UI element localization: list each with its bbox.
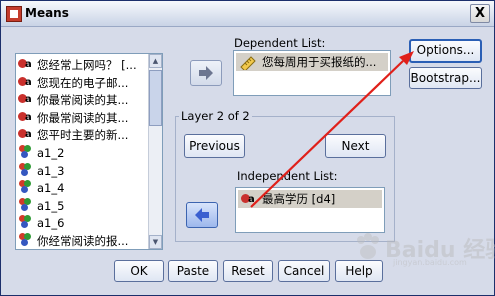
dependent-list-item[interactable]: 您每周用于买报纸的... (236, 53, 388, 71)
options-button[interactable]: Options... (409, 39, 482, 63)
reset-button[interactable]: Reset (223, 260, 273, 282)
scale-beads-icon (18, 162, 34, 177)
dependent-list-label: Dependent List: (234, 36, 325, 50)
layer-label: Layer 2 of 2 (179, 109, 252, 123)
source-list-item-label: a1_4 (37, 181, 65, 196)
source-list-item-label: a1_6 (37, 216, 65, 231)
ok-button[interactable]: OK (114, 260, 164, 282)
independent-list-item[interactable]: a 最高学历 [d4] (238, 190, 382, 208)
right-arrow-icon (199, 66, 213, 80)
scale-beads-icon (18, 180, 34, 194)
source-list-item[interactable]: 你经常阅读的报... (18, 232, 129, 249)
watermark-url: jingyan.baidu.com (393, 258, 467, 267)
source-list-item[interactable]: a 你最常阅读的其... (18, 109, 128, 127)
source-list-item[interactable]: a 您现在的电子邮... (18, 74, 128, 92)
cancel-button-label: Cancel (283, 264, 325, 278)
dependent-item-label: 您每周用于买报纸的... (262, 55, 377, 69)
previous-button[interactable]: Previous (184, 134, 245, 158)
scroll-down-arrow-icon[interactable]: ▼ (149, 235, 162, 249)
next-button-label: Next (341, 139, 370, 153)
scale-ruler-icon (240, 56, 256, 70)
bootstrap-button-label: Bootstrap... (410, 71, 481, 85)
cancel-button[interactable]: Cancel (278, 260, 330, 282)
source-variable-list[interactable]: a 您经常上网吗？ [... a 您现在的电子邮... a 你最常阅读的其... a 你最常阅… (15, 53, 163, 250)
independent-list-label: Independent List: (237, 169, 338, 183)
nominal-a-icon: a (18, 127, 34, 141)
source-list-item-label: a1_3 (37, 163, 65, 178)
baidu-watermark: Baidu 经验 jingyan.baidu.com (353, 226, 495, 276)
independent-item-label: 最高学历 [d4] (262, 192, 336, 206)
window-title: Means (25, 6, 69, 20)
source-list-item[interactable]: a1_5 (18, 197, 64, 215)
scroll-up-arrow-icon[interactable]: ▲ (149, 54, 162, 68)
scroll-thumb[interactable] (149, 70, 162, 126)
options-button-label: Options... (416, 43, 475, 57)
source-list-item[interactable]: a1_3 (18, 162, 64, 180)
reset-button-label: Reset (231, 264, 265, 278)
nominal-a-icon: a (241, 192, 257, 206)
source-list-item[interactable]: a1_4 (18, 179, 64, 197)
app-icon (6, 6, 22, 22)
nominal-a-icon: a (18, 110, 34, 124)
independent-list-label-text: Independent List: (237, 169, 338, 183)
vertical-scrollbar[interactable]: ▲ ▼ (148, 54, 162, 249)
left-arrow-icon (195, 208, 209, 222)
move-to-independent-button[interactable] (186, 202, 218, 228)
scale-beads-icon (18, 215, 34, 229)
ok-button-label: OK (130, 264, 148, 278)
source-list-item-label: a1_5 (37, 198, 65, 213)
source-list-item-label: 您经常上网吗？ [... (37, 58, 137, 72)
source-list-item-label: 你最常阅读的其... (37, 110, 129, 125)
nominal-a-icon: a (18, 57, 34, 71)
dependent-list-label-text: Dependent List: (234, 36, 326, 50)
nominal-a-icon: a (18, 92, 34, 106)
source-list-item[interactable]: a 您经常上网吗？ [... (18, 56, 137, 74)
paw-logo-icon (357, 233, 379, 259)
source-list-item[interactable]: a1_6 (18, 214, 64, 232)
move-to-dependent-button[interactable] (190, 60, 222, 86)
paste-button[interactable]: Paste (168, 260, 218, 282)
title-bar: Means X (1, 1, 494, 27)
source-list-item-label: a1_2 (37, 146, 65, 160)
paste-button-label: Paste (176, 264, 210, 278)
source-list-item[interactable]: a1_2 (18, 144, 64, 162)
source-list-item[interactable]: a 您平时主要的新... (18, 126, 128, 144)
close-button[interactable]: X (470, 4, 490, 23)
next-button[interactable]: Next (325, 134, 386, 158)
bootstrap-button[interactable]: Bootstrap... (409, 67, 482, 89)
source-list-item-label: 你最常阅读的其... (37, 93, 129, 108)
source-list-item-label: 你经常阅读的报... (37, 234, 129, 248)
dependent-list[interactable]: 您每周用于买报纸的... (233, 50, 391, 96)
previous-button-label: Previous (189, 139, 240, 153)
nominal-a-icon: a (18, 75, 34, 89)
scale-beads-icon (18, 197, 34, 212)
scale-beads-icon (18, 233, 34, 247)
source-list-item-label: 您平时主要的新... (37, 128, 129, 143)
source-list-item-label: 您现在的电子邮... (37, 75, 129, 90)
means-dialog: Means X a 您经常上网吗？ [... a 您现在的电子邮... a 你最常阅读的其… (0, 0, 495, 296)
source-list-item[interactable]: a 你最常阅读的其... (18, 91, 128, 109)
scale-beads-icon (18, 145, 34, 159)
